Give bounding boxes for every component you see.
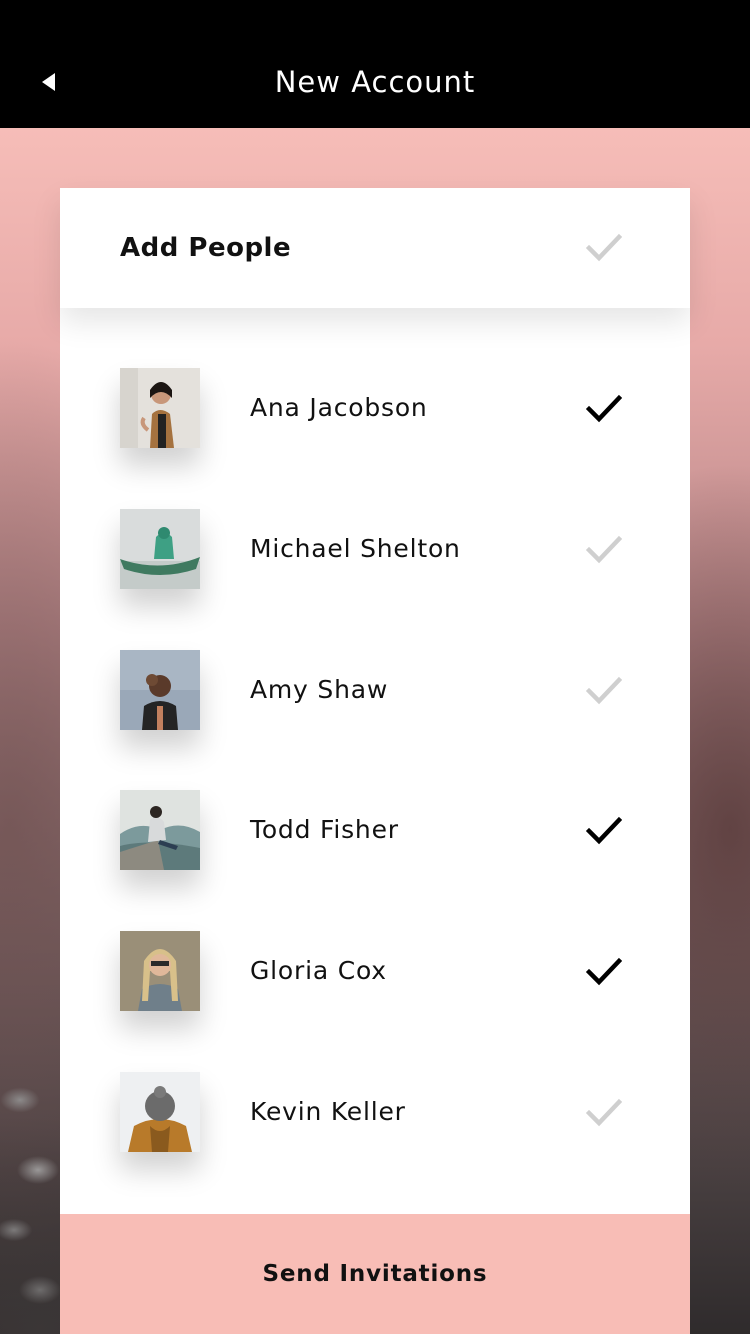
check-icon[interactable]	[586, 676, 622, 706]
person-row-amy-shaw[interactable]: Amy Shaw	[60, 590, 690, 730]
person-name: Todd Fisher	[250, 815, 399, 844]
check-icon[interactable]	[586, 535, 622, 565]
background-rocks	[0, 1060, 60, 1334]
send-invitations-button[interactable]: Send Invitations	[60, 1214, 690, 1334]
avatar	[120, 650, 200, 730]
check-icon[interactable]	[586, 1098, 622, 1128]
select-all-check-icon[interactable]	[586, 233, 622, 263]
avatar	[120, 931, 200, 1011]
check-icon[interactable]	[586, 816, 622, 846]
person-row-michael-shelton[interactable]: Michael Shelton	[60, 449, 690, 589]
person-row-todd-fisher[interactable]: Todd Fisher	[60, 730, 690, 870]
add-people-card: Add People Ana Jacobson Michael Shelton …	[60, 188, 690, 1334]
page-title: New Account	[274, 65, 476, 99]
person-name: Michael Shelton	[250, 534, 461, 563]
person-name: Kevin Keller	[250, 1097, 406, 1126]
check-icon[interactable]	[586, 394, 622, 424]
person-name: Ana Jacobson	[250, 393, 428, 422]
card-title: Add People	[120, 233, 292, 263]
person-name: Gloria Cox	[250, 956, 387, 985]
person-row-ana-jacobson[interactable]: Ana Jacobson	[60, 308, 690, 448]
send-invitations-label: Send Invitations	[262, 1261, 488, 1287]
person-row-gloria-cox[interactable]: Gloria Cox	[60, 871, 690, 1011]
avatar	[120, 790, 200, 870]
check-icon[interactable]	[586, 957, 622, 987]
top-bar: New Account	[0, 0, 750, 128]
avatar	[120, 1072, 200, 1152]
person-name: Amy Shaw	[250, 675, 389, 704]
avatar	[120, 368, 200, 448]
card-header: Add People	[60, 188, 690, 308]
person-row-kevin-keller[interactable]: Kevin Keller	[60, 1012, 690, 1152]
avatar	[120, 509, 200, 589]
